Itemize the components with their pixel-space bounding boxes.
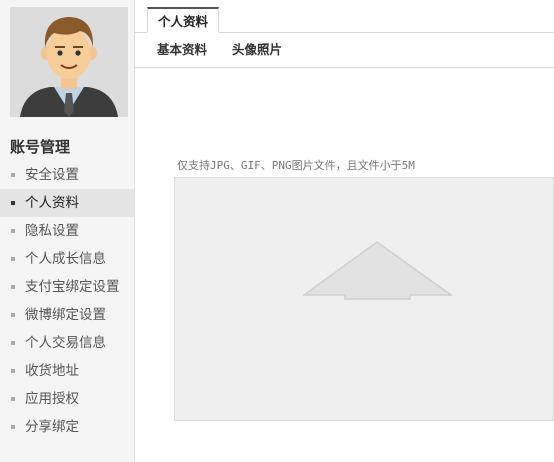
bullet-icon — [11, 173, 15, 177]
bullet-icon — [11, 285, 15, 289]
sidebar-item-label: 分享绑定 — [25, 419, 79, 435]
sidebar-item-alipay[interactable]: 支付宝绑定设置 — [0, 273, 134, 301]
subtab-avatar-photo[interactable]: 头像照片 — [232, 33, 282, 67]
sidebar-item-app-auth[interactable]: 应用授权 — [0, 385, 134, 413]
section-title: 账号管理 — [10, 138, 71, 156]
sidebar-item-share-binding[interactable]: 分享绑定 — [0, 413, 134, 441]
upload-arrow-icon — [303, 241, 453, 300]
tab-profile[interactable]: 个人资料 — [147, 7, 220, 33]
sidebar-item-label: 隐私设置 — [25, 223, 79, 239]
bullet-icon — [11, 397, 15, 401]
sidebar-item-label: 个人资料 — [25, 195, 79, 211]
sidebar-item-label: 个人交易信息 — [25, 335, 106, 351]
bullet-icon — [11, 341, 15, 345]
sidebar-item-label: 安全设置 — [25, 167, 79, 183]
sidebar-menu: 安全设置 个人资料 隐私设置 个人成长信息 支付宝绑定设置 微博绑定设置 个人交… — [0, 161, 134, 441]
subtab-bar: 基本资料 头像照片 — [135, 33, 554, 68]
bullet-icon — [11, 313, 15, 317]
sidebar-item-address[interactable]: 收货地址 — [0, 357, 134, 385]
sidebar-item-label: 收货地址 — [25, 363, 79, 379]
sidebar-item-growth[interactable]: 个人成长信息 — [0, 245, 134, 273]
sidebar: 账号管理 安全设置 个人资料 隐私设置 个人成长信息 支付宝绑定设置 微博绑定设… — [0, 0, 135, 462]
sidebar-item-label: 个人成长信息 — [25, 251, 106, 267]
bullet-icon — [11, 229, 15, 233]
sidebar-item-label: 微博绑定设置 — [25, 307, 106, 323]
bullet-icon — [11, 201, 15, 205]
sidebar-item-privacy[interactable]: 隐私设置 — [0, 217, 134, 245]
sidebar-item-label: 应用授权 — [25, 391, 79, 407]
bullet-icon — [11, 257, 15, 261]
avatar-illustration-icon — [10, 7, 128, 117]
sidebar-item-transactions[interactable]: 个人交易信息 — [0, 329, 134, 357]
sidebar-item-profile[interactable]: 个人资料 — [0, 189, 134, 217]
main-content: 个人资料 基本资料 头像照片 仅支持JPG、GIF、PNG图片文件，且文件小于5… — [135, 0, 554, 462]
sidebar-item-label: 支付宝绑定设置 — [25, 279, 120, 295]
upload-hint: 仅支持JPG、GIF、PNG图片文件，且文件小于5M — [177, 159, 415, 172]
upload-dropzone[interactable] — [174, 177, 554, 421]
tab-bar: 个人资料 — [135, 0, 554, 33]
bullet-icon — [11, 425, 15, 429]
bullet-icon — [11, 369, 15, 373]
avatar[interactable] — [10, 7, 128, 117]
sidebar-item-weibo[interactable]: 微博绑定设置 — [0, 301, 134, 329]
sidebar-item-security[interactable]: 安全设置 — [0, 161, 134, 189]
subtab-basic-info[interactable]: 基本资料 — [157, 33, 207, 67]
